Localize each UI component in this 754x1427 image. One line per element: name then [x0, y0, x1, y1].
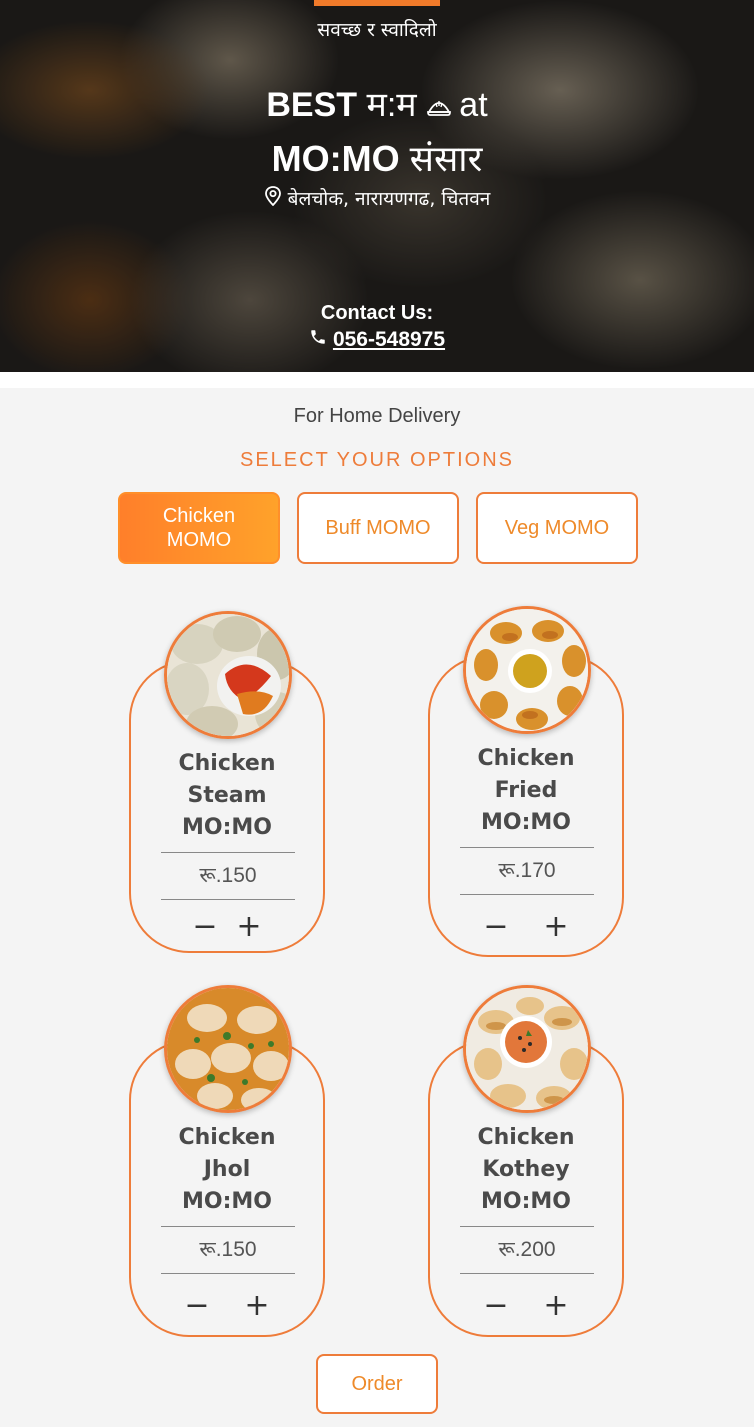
increase-button[interactable]: +: [244, 1291, 270, 1321]
increase-button[interactable]: +: [236, 912, 262, 942]
contact-phone: 056-548975: [0, 328, 754, 352]
title-momo-np: म:म: [366, 86, 417, 124]
product-name-line: Chicken: [477, 1125, 575, 1150]
title-best: BEST: [266, 86, 358, 124]
hero-title-line1: BEST म:म at: [0, 80, 754, 126]
product-image: [164, 985, 292, 1113]
product-name-line: Fried: [494, 778, 558, 803]
product-name: Chicken Kothey MO:MO: [430, 1122, 622, 1218]
product-name-line: Chicken: [178, 1125, 276, 1150]
increase-button[interactable]: +: [543, 912, 569, 942]
hero-title-line2: MO:MO संसार: [0, 133, 754, 182]
decrease-button[interactable]: −: [184, 1291, 210, 1321]
contact-label: Contact Us:: [320, 302, 434, 324]
hero-banner: सवच्छ र स्वादिलो BEST म:म at MO:MO संसार: [0, 0, 754, 372]
product-name-line: MO:MO: [481, 810, 571, 835]
quantity-stepper: − +: [430, 912, 622, 942]
decrease-button[interactable]: −: [483, 1291, 509, 1321]
product-image: [463, 985, 591, 1113]
title-brand: MO:MO: [271, 138, 400, 179]
select-options-heading: SELECT YOUR OPTIONS: [240, 449, 514, 471]
phone-link[interactable]: 056-548975: [333, 328, 445, 352]
tab-buff-momo[interactable]: Buff MOMO: [297, 492, 459, 564]
title-sansar: संसार: [409, 138, 483, 179]
decrease-button[interactable]: −: [192, 912, 218, 942]
dumpling-icon: [426, 92, 459, 122]
hero-top-strip: [314, 0, 440, 6]
quantity-stepper: − +: [131, 912, 323, 942]
tab-veg-momo[interactable]: Veg MOMO: [476, 492, 638, 564]
category-tabs: Chicken MOMO Buff MOMO Veg MOMO: [118, 492, 638, 564]
product-image: [164, 611, 292, 739]
order-button[interactable]: Order: [316, 1354, 438, 1414]
product-name-line: MO:MO: [182, 1189, 272, 1214]
product-name-line: Kothey: [482, 1157, 570, 1182]
increase-button[interactable]: +: [543, 1291, 569, 1321]
product-name: Chicken Jhol MO:MO: [131, 1122, 323, 1218]
product-name-line: Chicken: [477, 746, 575, 771]
product-name-line: MO:MO: [481, 1189, 571, 1214]
product-price: रू.170: [460, 847, 594, 895]
product-name-line: Steam: [187, 783, 267, 808]
product-name-line: Jhol: [203, 1157, 251, 1182]
decrease-button[interactable]: −: [483, 912, 509, 942]
product-name-line: MO:MO: [182, 815, 272, 840]
location-text: बेलचोक, नारायणगढ, चितवन: [287, 188, 491, 210]
product-name-line: Chicken: [178, 751, 276, 776]
map-pin-icon: [264, 185, 282, 211]
product-price: रू.150: [161, 1226, 295, 1274]
hero-divider: [0, 372, 754, 388]
product-image: [463, 606, 591, 734]
title-at: at: [459, 86, 488, 124]
delivery-heading: For Home Delivery: [293, 405, 461, 427]
product-name: Chicken Fried MO:MO: [430, 743, 622, 839]
quantity-stepper: − +: [131, 1291, 323, 1321]
phone-icon: [309, 328, 327, 352]
tab-chicken-momo[interactable]: Chicken MOMO: [118, 492, 280, 564]
hero-tagline: सवच्छ र स्वादिलो: [317, 19, 437, 41]
product-price: रू.200: [460, 1226, 594, 1274]
product-price: रू.150: [161, 852, 295, 900]
hero-location: बेलचोक, नारायणगढ, चितवन: [0, 185, 754, 211]
quantity-stepper: − +: [430, 1291, 622, 1321]
product-name: Chicken Steam MO:MO: [131, 748, 323, 844]
